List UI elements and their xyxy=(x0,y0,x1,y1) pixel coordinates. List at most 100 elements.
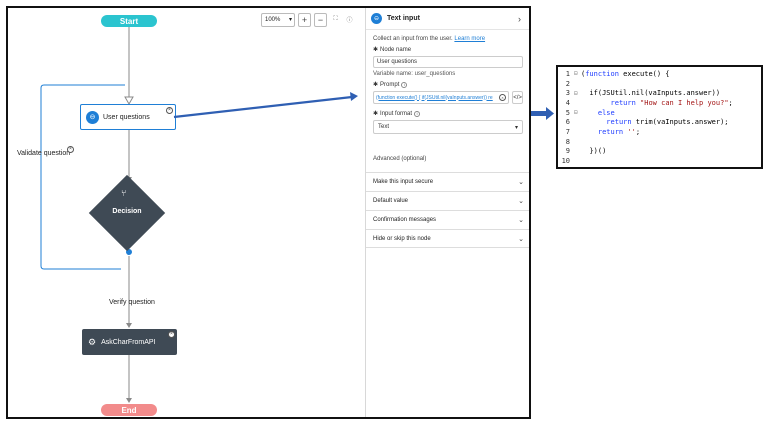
chevron-down-icon: ⌄ xyxy=(518,235,524,243)
line-number: 6 xyxy=(565,118,570,127)
remove-node-icon[interactable]: × xyxy=(166,107,173,114)
code-token: execute() { xyxy=(618,69,670,78)
code-token: trim(vaInputs.answer); xyxy=(631,118,729,127)
code-line: 5 ⊟ else xyxy=(558,108,761,118)
code-token: if(JSUtil.nil(vaInputs.answer)) xyxy=(581,89,721,98)
annotation-arrowhead-code xyxy=(546,107,554,120)
info-icon[interactable]: i xyxy=(401,81,408,88)
clear-icon[interactable]: × xyxy=(499,94,507,101)
chevron-down-icon: ▾ xyxy=(288,17,292,23)
code-token: '' xyxy=(627,127,636,136)
code-line: 4 return "How can I help you?"; xyxy=(558,98,761,108)
flow-canvas[interactable]: 100% ▾ + − ⛶ ⓘ Start ⊖ User questions × … xyxy=(8,8,365,417)
start-node[interactable]: Start xyxy=(101,15,157,27)
node-name-input[interactable]: User questions xyxy=(373,56,523,68)
panel-header: ⊖ Text input › xyxy=(366,8,529,30)
prompt-row: (function execute() { if(JSUtil.nil(vaIn… xyxy=(373,91,523,104)
code-token: "How can I help you?" xyxy=(640,98,729,107)
remove-loop-icon[interactable]: × xyxy=(67,146,74,153)
line-number: 5 xyxy=(565,108,570,117)
panel-description: Collect an input from the user. Learn mo… xyxy=(373,36,523,42)
advanced-section-label: Advanced (optional) xyxy=(373,156,427,162)
fit-screen-icon[interactable]: ⛶ xyxy=(330,13,341,27)
input-format-label-text: Input format xyxy=(380,110,413,117)
line-number: 3 xyxy=(565,89,570,98)
line-number: 4 xyxy=(565,98,570,107)
ask-char-node[interactable]: ⚙ AskCharFromAPI × xyxy=(82,329,177,355)
required-asterisk-icon: ✱ xyxy=(373,111,379,117)
zoom-in-button[interactable]: + xyxy=(298,12,311,27)
zoom-select[interactable]: 100% ▾ xyxy=(261,12,295,27)
accordion-label: Confirmation messages xyxy=(373,217,437,223)
branch-icon: ⑂ xyxy=(121,188,127,198)
flow-designer-window: 100% ▾ + − ⛶ ⓘ Start ⊖ User questions × … xyxy=(6,6,531,419)
line-number: 8 xyxy=(565,137,570,146)
input-format-label: ✱ Input format i xyxy=(373,110,523,117)
zoom-value: 100% xyxy=(265,16,281,23)
accordion-default-value[interactable]: Default value ⌄ xyxy=(366,191,529,210)
fold-icon[interactable]: ⊟ xyxy=(574,70,581,77)
chevron-down-icon: ▾ xyxy=(514,124,518,131)
code-token: return xyxy=(610,98,636,107)
chevron-down-icon: ⌄ xyxy=(518,198,524,205)
required-asterisk-icon: ✱ xyxy=(373,47,379,53)
accordion-label: Make this input secure xyxy=(373,179,434,185)
info-icon[interactable]: i xyxy=(414,110,421,117)
line-number: 7 xyxy=(565,127,570,136)
zoom-out-button[interactable]: − xyxy=(314,12,327,27)
text-input-icon: ⊖ xyxy=(86,110,99,124)
code-line: 10 xyxy=(558,156,761,166)
prompt-label: ✱ Prompt i xyxy=(373,81,523,88)
line-number: 2 xyxy=(565,79,570,88)
arrow-into-ask xyxy=(126,323,132,328)
arrow-into-end xyxy=(126,398,132,403)
code-token: return xyxy=(606,118,632,127)
code-line: 1 ⊟(function execute() { xyxy=(558,69,761,79)
code-lines: 1 ⊟(function execute() {2 3 ⊟ if(JSUtil.nil… xyxy=(558,69,761,166)
arrow-into-user xyxy=(124,96,134,106)
accordion-make-secure[interactable]: Make this input secure ⌄ xyxy=(366,172,529,191)
code-token: function xyxy=(585,69,619,78)
code-preview: 1 ⊟(function execute() {2 3 ⊟ if(JSUtil.nil… xyxy=(556,65,763,169)
verify-question-label: Verify question xyxy=(109,299,155,306)
accordion-label: Default value xyxy=(373,198,409,204)
input-format-select[interactable]: Text ▾ xyxy=(373,120,523,134)
required-asterisk-icon: ✱ xyxy=(373,82,379,88)
code-line: 7 return ''; xyxy=(558,127,761,137)
accordion-confirmation-messages[interactable]: Confirmation messages ⌄ xyxy=(366,210,529,229)
properties-panel: ⊖ Text input › Collect an input from the… xyxy=(365,8,529,417)
description-text: Collect an input from the user. xyxy=(373,36,453,42)
prompt-input[interactable]: (function execute() { if(JSUtil.nil(vaIn… xyxy=(373,91,510,104)
panel-body: Collect an input from the user. Learn mo… xyxy=(366,30,529,162)
chevron-right-icon[interactable]: › xyxy=(518,14,529,24)
line-number: 1 xyxy=(565,69,570,78)
accordion-hide-skip[interactable]: Hide or skip this node ⌄ xyxy=(366,229,529,248)
node-name-label: ✱ Node name xyxy=(373,46,523,54)
end-node[interactable]: End xyxy=(101,404,157,416)
text-input-icon: ⊖ xyxy=(371,13,382,24)
node-name-label-text: Node name xyxy=(380,46,412,53)
learn-more-link[interactable]: Learn more xyxy=(454,36,485,42)
code-token: })() xyxy=(581,147,607,156)
loop-label: Validate question xyxy=(17,150,71,157)
remove-ask-node-icon[interactable]: × xyxy=(168,331,175,338)
chevron-down-icon: ⌄ xyxy=(518,179,524,186)
code-token: return xyxy=(597,127,624,136)
code-token: ; xyxy=(728,98,733,107)
user-questions-node[interactable]: ⊖ User questions × xyxy=(80,104,176,130)
annotation-arrow-shaft-code xyxy=(531,111,546,116)
code-token: ; xyxy=(635,127,641,136)
code-line: 6 return trim(vaInputs.answer); xyxy=(558,117,761,127)
info-icon[interactable]: ⓘ xyxy=(344,13,355,27)
fold-icon[interactable]: ⊟ xyxy=(574,90,581,97)
flow-edges xyxy=(40,27,134,403)
line-number: 9 xyxy=(565,147,570,156)
fold-icon[interactable]: ⊟ xyxy=(574,109,581,116)
code-line: 3 ⊟ if(JSUtil.nil(vaInputs.answer)) xyxy=(558,88,761,98)
code-editor-button[interactable]: </> xyxy=(512,91,523,104)
code-line: 2 xyxy=(558,79,761,89)
